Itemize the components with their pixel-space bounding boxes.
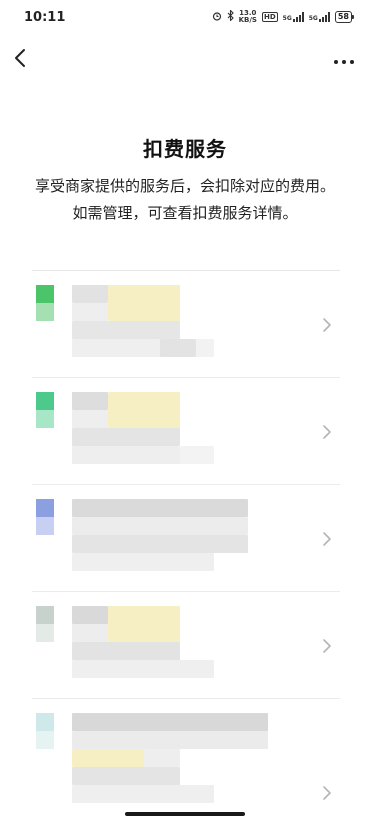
page-title: 扣费服务 [143,137,227,161]
service-item[interactable] [0,378,370,485]
signal-bars-1-icon [292,12,304,22]
network-speed-unit: KB/S [238,16,257,24]
blurred-service-desc [180,446,214,464]
signal-1: 5G [283,12,304,22]
more-horizontal-icon [334,60,354,64]
blurred-service-desc [72,446,180,464]
merchant-logo-top [36,499,54,517]
merchant-logo-bottom [36,731,54,749]
signal-bars-2-icon [318,12,330,22]
more-button[interactable] [330,44,358,72]
merchant-logo [36,285,54,321]
home-indicator[interactable] [125,812,245,816]
alarm-icon [212,11,222,24]
blurred-service-desc [72,642,180,660]
merchant-logo [36,392,54,428]
status-icons: 13.0 KB/S HD 5G 5G 58 [212,9,354,24]
merchant-logo [36,713,54,749]
blurred-service-desc [72,767,180,785]
signal-1-label: 5G [282,15,292,22]
blurred-service-desc [144,749,180,767]
blurred-merchant-name [72,606,108,624]
page-description: 享受商家提供的服务后，会扣除对应的费用。如需管理，可查看扣费服务详情。 [34,177,335,222]
blurred-merchant-name [72,731,268,749]
merchant-logo-top [36,713,54,731]
blurred-merchant-name [72,285,108,303]
status-bar: 10:11 13.0 KB/S HD 5G 5G 58 [0,0,370,34]
chevron-right-icon [323,639,331,653]
service-item[interactable] [0,592,370,699]
merchant-logo [36,606,54,642]
blurred-merchant-name [108,606,180,642]
blurred-merchant-name [72,713,268,731]
blurred-service-desc [72,339,160,357]
merchant-logo-bottom [36,410,54,428]
blurred-service-desc [72,428,180,446]
blurred-merchant-name [72,410,108,428]
blurred-merchant-name [72,624,108,642]
blurred-service-desc [72,535,248,553]
service-item[interactable] [0,271,370,378]
bluetooth-icon [227,9,234,24]
blurred-service-desc [72,321,180,339]
blurred-service-desc [72,749,144,767]
battery-indicator: 58 [334,11,354,23]
merchant-logo-bottom [36,303,54,321]
blurred-merchant-name [72,392,108,410]
merchant-logo-bottom [36,624,54,642]
blurred-merchant-name [108,285,180,321]
blurred-service-desc [196,339,214,357]
hd-badge: HD [261,12,278,22]
chevron-right-icon [323,425,331,439]
service-item[interactable] [0,485,370,592]
blurred-merchant-name [72,517,248,535]
nav-bar [0,38,370,78]
service-list [0,271,370,822]
signal-2-label: 5G [308,15,318,22]
merchant-logo [36,499,54,535]
merchant-logo-top [36,285,54,303]
signal-2: 5G [309,12,330,22]
network-speed: 13.0 KB/S [239,10,257,24]
blurred-service-desc [160,339,196,357]
status-time: 10:11 [24,9,66,25]
blurred-merchant-name [72,499,248,517]
chevron-right-icon [323,532,331,546]
blurred-service-desc [72,785,214,803]
blurred-merchant-name [72,303,108,321]
service-item[interactable] [0,699,370,822]
blurred-merchant-name [108,392,180,428]
merchant-logo-top [36,392,54,410]
back-button[interactable] [10,44,34,72]
merchant-logo-bottom [36,517,54,535]
blurred-service-desc [72,553,214,571]
chevron-left-icon [15,49,25,67]
battery-tip [352,15,354,19]
chevron-right-icon [323,318,331,332]
chevron-right-icon [323,786,331,800]
blurred-service-desc [72,660,214,678]
battery-level: 58 [334,11,352,23]
merchant-logo-top [36,606,54,624]
